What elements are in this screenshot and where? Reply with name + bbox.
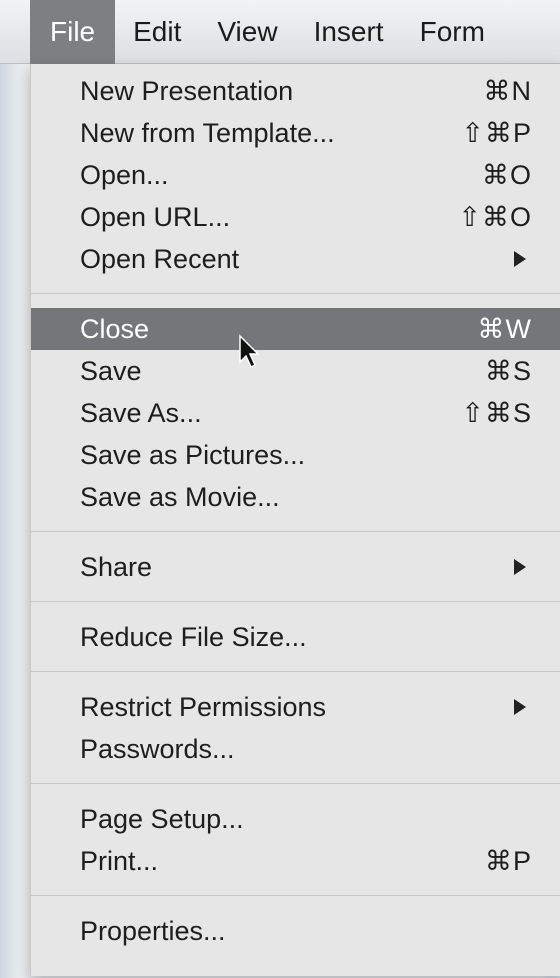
menu-format[interactable]: Form: [402, 0, 503, 64]
menu-item-label: Save: [80, 355, 142, 386]
menu-item-label: Properties...: [80, 915, 226, 946]
menu-separator: [31, 293, 560, 294]
menu-item-label: Print...: [80, 845, 159, 876]
menu-item-label: Close: [80, 313, 150, 344]
menu-separator: [31, 601, 560, 602]
menu-item-label: Restrict Permissions: [80, 691, 327, 722]
menu-item-label: Passwords...: [80, 733, 235, 764]
menu-item-reduce-file-size[interactable]: Reduce File Size...: [31, 616, 560, 658]
menu-item-new-presentation[interactable]: New Presentation ⌘N: [31, 70, 560, 112]
menu-item-new-from-template[interactable]: New from Template... ⇧⌘P: [31, 112, 560, 154]
menu-item-label: Reduce File Size...: [80, 621, 307, 652]
menu-item-label: New Presentation: [80, 75, 294, 106]
menu-item-open[interactable]: Open... ⌘O: [31, 154, 560, 196]
menu-item-properties[interactable]: Properties...: [31, 910, 560, 952]
triangle-right-icon: [514, 251, 526, 267]
menu-item-shortcut: ⇧⌘S: [461, 397, 532, 428]
triangle-right-icon: [514, 699, 526, 715]
menu-item-shortcut: ⇧⌘P: [461, 117, 532, 148]
menu-item-shortcut: ⌘P: [484, 845, 532, 876]
menu-item-label: Save as Movie...: [80, 481, 280, 512]
menu-separator: [31, 671, 560, 672]
menu-item-label: New from Template...: [80, 117, 335, 148]
menu-item-label: Open URL...: [80, 201, 231, 232]
menu-item-shortcut: ⌘O: [481, 159, 532, 190]
menu-item-open-recent[interactable]: Open Recent: [31, 238, 560, 280]
menu-item-label: Open Recent: [80, 243, 240, 274]
menu-item-share[interactable]: Share: [31, 546, 560, 588]
menu-item-passwords[interactable]: Passwords...: [31, 728, 560, 770]
menu-item-label: Page Setup...: [80, 803, 244, 834]
menu-view[interactable]: View: [199, 0, 295, 64]
menu-separator: [31, 531, 560, 532]
menu-item-label: Open...: [80, 159, 169, 190]
menu-insert[interactable]: Insert: [296, 0, 402, 64]
menu-bar: File Edit View Insert Form: [0, 0, 560, 64]
menu-item-page-setup[interactable]: Page Setup...: [31, 798, 560, 840]
triangle-right-icon: [514, 559, 526, 575]
menu-item-shortcut: ⇧⌘O: [458, 201, 532, 232]
menu-item-shortcut: ⌘S: [484, 355, 532, 386]
menu-item-shortcut: ⌘N: [483, 75, 532, 106]
menu-file[interactable]: File: [30, 0, 116, 64]
menu-item-save-as-movie[interactable]: Save as Movie...: [31, 476, 560, 518]
menu-separator: [31, 895, 560, 896]
menu-edit[interactable]: Edit: [115, 0, 199, 64]
menu-item-print[interactable]: Print... ⌘P: [31, 840, 560, 882]
menu-item-shortcut: ⌘W: [477, 313, 532, 344]
menu-item-close[interactable]: Close ⌘W: [31, 308, 560, 350]
menu-item-save-as[interactable]: Save As... ⇧⌘S: [31, 392, 560, 434]
menu-item-save-as-pictures[interactable]: Save as Pictures...: [31, 434, 560, 476]
menu-item-label: Share: [80, 551, 153, 582]
file-menu-dropdown: New Presentation ⌘N New from Template...…: [30, 64, 560, 976]
menu-separator: [31, 783, 560, 784]
menu-item-label: Save as Pictures...: [80, 439, 306, 470]
menu-item-save[interactable]: Save ⌘S: [31, 350, 560, 392]
mouse-cursor-icon: [239, 334, 260, 369]
menu-item-label: Save As...: [80, 397, 202, 428]
menu-item-open-url[interactable]: Open URL... ⇧⌘O: [31, 196, 560, 238]
menu-item-restrict-permissions[interactable]: Restrict Permissions: [31, 686, 560, 728]
